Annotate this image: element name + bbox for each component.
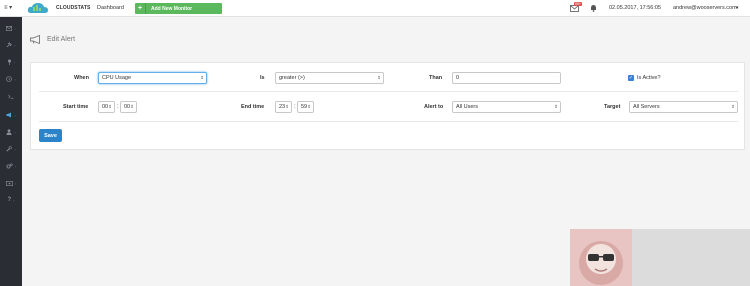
- chevron-right-icon: ›: [14, 180, 17, 186]
- start-hour-select[interactable]: 00 ⇕: [98, 101, 115, 113]
- gears-icon: [6, 163, 13, 169]
- time-separator: :: [117, 104, 119, 110]
- sidebar-item-history[interactable]: ›: [0, 73, 22, 85]
- end-time-label: End time: [241, 104, 265, 110]
- menu-toggle-icon[interactable]: ≡ ▾: [4, 4, 18, 13]
- end-minute-value: 59: [301, 104, 308, 110]
- chevron-right-icon: ›: [14, 25, 16, 31]
- select-arrows-icon: ⇕: [307, 104, 311, 109]
- is-active-label: Is Active?: [637, 75, 661, 81]
- sidebar-item-tools[interactable]: ›: [0, 143, 22, 155]
- sidebar-item-console[interactable]: [0, 90, 22, 102]
- row-divider: [39, 121, 738, 122]
- megaphone-icon: [6, 112, 12, 118]
- terminal-icon: [8, 94, 14, 98]
- start-time-label: Start time: [63, 104, 89, 110]
- monkey-avatar-icon: [579, 241, 623, 285]
- sidebar-item-pins[interactable]: ›: [0, 56, 22, 68]
- plug-icon: [7, 42, 13, 48]
- avatar: [570, 229, 632, 286]
- start-minute-select[interactable]: 00 ⇕: [120, 101, 137, 113]
- when-value: CPU Usage: [102, 75, 132, 81]
- sidebar-item-settings[interactable]: ›: [0, 160, 22, 172]
- end-hour-value: 23: [279, 104, 286, 110]
- sidebar-item-help[interactable]: ? ›: [0, 194, 22, 206]
- chevron-right-icon: ›: [14, 42, 16, 48]
- page-title: Edit Alert: [47, 36, 76, 43]
- add-new-monitor-label: Add New Monitor: [151, 5, 193, 12]
- chevron-down-icon[interactable]: ▾: [736, 5, 739, 11]
- end-minute-select[interactable]: 59 ⇕: [297, 101, 314, 113]
- video-overlay: [570, 229, 750, 286]
- is-label: Is: [260, 75, 265, 81]
- question-icon: ?: [7, 197, 12, 203]
- alert-to-value: All Users: [456, 104, 479, 110]
- time-separator: :: [294, 104, 296, 110]
- alert-to-label: Alert to: [424, 104, 444, 110]
- when-label: When: [74, 75, 89, 81]
- is-value: greater (>): [279, 75, 305, 81]
- sidebar-item-messages[interactable]: ›: [0, 22, 22, 34]
- chevron-right-icon: ›: [14, 146, 16, 152]
- plus-icon: +: [135, 3, 146, 14]
- top-bar: ≡ ▾ CLOUDSTATS Dashboard + Add New Monit…: [0, 0, 750, 17]
- envelope-icon: [6, 25, 13, 31]
- card-icon: [5, 180, 13, 186]
- wrench-icon: [6, 146, 13, 152]
- chevron-right-icon: ›: [14, 112, 16, 118]
- save-button[interactable]: Save: [39, 129, 62, 142]
- sidebar-item-users[interactable]: ›: [0, 126, 22, 138]
- messages-badge: 99+: [574, 2, 582, 6]
- sidebar-item-integrations[interactable]: ›: [0, 39, 22, 51]
- select-arrows-icon: ⇕: [377, 75, 381, 80]
- sidebar-item-billing[interactable]: ›: [0, 177, 22, 189]
- start-minute-value: 00: [124, 104, 131, 110]
- brand-name: CLOUDSTATS: [56, 5, 91, 11]
- than-input[interactable]: 0: [452, 72, 561, 84]
- edit-alert-form: When CPU Usage ⇕ Is greater (>) ⇕ Than 0…: [30, 62, 745, 150]
- server-datetime: 02.05.2017, 17:56:05: [609, 5, 661, 11]
- megaphone-icon: [30, 35, 40, 44]
- clock-icon: [6, 76, 13, 82]
- than-value: 0: [456, 75, 460, 81]
- select-arrows-icon: ⇕: [130, 104, 134, 109]
- target-select[interactable]: All Servers ⇕: [629, 101, 738, 113]
- row-divider: [39, 91, 738, 92]
- chevron-right-icon: ›: [14, 129, 16, 135]
- end-hour-select[interactable]: 23 ⇕: [275, 101, 292, 113]
- sidebar-item-alerts[interactable]: ›: [0, 109, 22, 121]
- chevron-right-icon: ›: [14, 76, 16, 82]
- select-arrows-icon: ⇕: [200, 75, 204, 80]
- select-arrows-icon: ⇕: [554, 104, 558, 109]
- is-active-checkbox[interactable]: ✓: [628, 75, 634, 81]
- start-hour-value: 00: [102, 104, 109, 110]
- bell-icon[interactable]: [590, 4, 597, 12]
- select-arrows-icon: ⇕: [731, 104, 735, 109]
- target-value: All Servers: [633, 104, 660, 110]
- user-menu[interactable]: andrew@wooservers.com: [673, 5, 737, 11]
- page-header: Edit Alert: [30, 35, 75, 44]
- is-select[interactable]: greater (>) ⇕: [275, 72, 384, 84]
- alert-to-select[interactable]: All Users ⇕: [452, 101, 561, 113]
- pin-icon: [7, 59, 11, 65]
- when-select[interactable]: CPU Usage ⇕: [98, 72, 207, 84]
- sidebar: › › › › › › › › › ? ›: [0, 17, 22, 286]
- user-icon: [6, 129, 12, 135]
- chevron-right-icon: ›: [14, 163, 17, 169]
- add-new-monitor-button[interactable]: + Add New Monitor: [135, 3, 222, 14]
- chevron-right-icon: ›: [13, 59, 16, 65]
- select-arrows-icon: ⇕: [285, 104, 289, 109]
- nav-dashboard-link[interactable]: Dashboard: [97, 5, 124, 11]
- chevron-right-icon: ›: [13, 197, 15, 203]
- than-label: Than: [429, 75, 443, 81]
- cloudstats-logo[interactable]: [27, 2, 49, 15]
- target-label: Target: [604, 104, 621, 110]
- select-arrows-icon: ⇕: [108, 104, 112, 109]
